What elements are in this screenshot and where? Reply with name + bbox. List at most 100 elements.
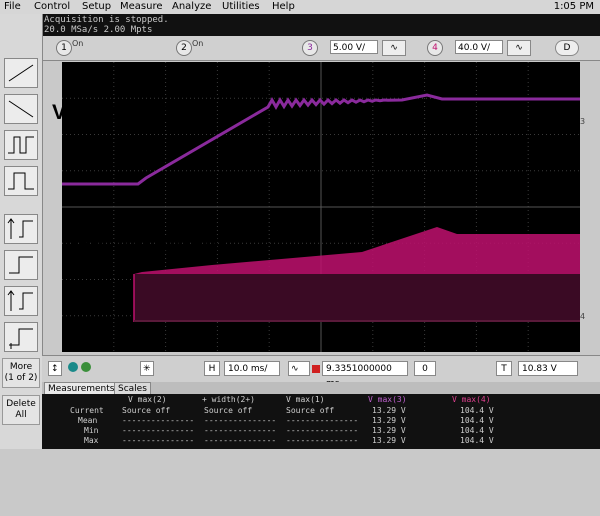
ch2-color-icon[interactable] (80, 362, 91, 372)
cell: --------------- (286, 426, 359, 435)
header-vmax1: V max(1) (286, 395, 325, 404)
acquisition-status: Acquisition is stopped. 20.0 MSa/s 2.00 … (42, 14, 600, 36)
cell: 13.29 V (372, 426, 406, 435)
delete-label: Delete (6, 399, 36, 409)
menu-utilities[interactable]: Utilities (222, 0, 260, 14)
sun-icon[interactable]: ✳ (140, 361, 154, 376)
more-label: More (9, 362, 33, 372)
status-line-1: Acquisition is stopped. (44, 15, 169, 25)
measurements-header: V max(2) + width(2+) V max(1) V max(3) V… (42, 395, 600, 405)
marker-4-icon[interactable] (4, 322, 38, 352)
tab-bar: Measurements Scales (42, 382, 600, 395)
channel-bar: 1 On 2 On 3 5.00 V/ ∿ 4 40.0 V/ ∿ D (42, 36, 600, 61)
cell: --------------- (204, 426, 277, 435)
header-vmax3: V max(3) (368, 395, 407, 404)
measurements-table: V max(2) + width(2+) V max(1) V max(3) V… (42, 394, 600, 449)
channel-1-number[interactable]: 1 (56, 40, 72, 56)
channel-3[interactable]: 3 5.00 V/ ∿ (302, 39, 422, 57)
cell: 104.4 V (460, 406, 494, 415)
row-label: Mean (78, 416, 98, 425)
cell: --------------- (122, 416, 195, 425)
delete-all-label: All (15, 410, 27, 420)
cell: 13.29 V (372, 416, 406, 425)
ch1-color-icon[interactable] (68, 362, 78, 372)
red-marker-icon[interactable] (312, 365, 320, 373)
channel-4-number[interactable]: 4 (427, 40, 443, 56)
menu-analyze[interactable]: Analyze (172, 0, 211, 14)
timebase-field[interactable]: 10.0 ms/ (224, 361, 280, 376)
falling-edge-icon[interactable] (4, 94, 38, 124)
header-width2: + width(2+) (202, 395, 255, 404)
row-label: Min (84, 426, 99, 435)
more-button[interactable]: More (1 of 2) (2, 358, 40, 388)
cell: --------------- (204, 416, 277, 425)
header-vmax4: V max(4) (452, 395, 491, 404)
t-label: T (496, 361, 512, 376)
rising-edge-icon[interactable] (4, 58, 38, 88)
channel-4-scale[interactable]: 40.0 V/ (455, 40, 503, 54)
channel-4[interactable]: 4 40.0 V/ ∿ D (427, 39, 597, 57)
cell: --------------- (122, 426, 195, 435)
h-label: H (204, 361, 220, 376)
row-label: Max (84, 436, 99, 445)
marker-3-icon[interactable] (4, 286, 38, 316)
cell: 104.4 V (460, 436, 494, 445)
cell: Source off (286, 406, 335, 415)
status-line-2: 20.0 MSa/s 2.00 Mpts (44, 25, 153, 35)
channel-2[interactable]: 2 On (176, 39, 236, 57)
channel-3-coupling-icon[interactable]: ∿ (382, 40, 406, 56)
menu-file[interactable]: File (4, 0, 21, 14)
pulse-width-icon[interactable] (4, 166, 38, 196)
cell: --------------- (286, 416, 359, 425)
more-page-label: (1 of 2) (4, 373, 38, 383)
channel-d-icon[interactable]: D (555, 40, 579, 56)
pulse-icon[interactable] (4, 130, 38, 160)
channel-color-dots (68, 362, 91, 375)
vout-annotation-rest: (5 В/ДЕЛ) (93, 101, 196, 124)
vout-annotation-sub: OUT (66, 112, 94, 128)
ch4-switching-fill (134, 274, 580, 322)
menu-control[interactable]: Control (34, 0, 70, 14)
table-row: Max --------------- --------------- ----… (42, 436, 600, 446)
marker-icon[interactable] (4, 214, 38, 244)
ch3-ground-marker: 3 (580, 117, 586, 126)
channel-2-number[interactable]: 2 (176, 40, 192, 56)
cell: Source off (204, 406, 253, 415)
menu-help[interactable]: Help (272, 0, 295, 14)
cell: 104.4 V (460, 416, 494, 425)
row-label: Current (70, 406, 104, 415)
table-row: Min --------------- --------------- ----… (42, 426, 600, 436)
coupling-icon[interactable]: ∿ (288, 361, 310, 376)
channel-3-number[interactable]: 3 (302, 40, 318, 56)
delay-ref-field[interactable]: 0 (414, 361, 436, 376)
vout-annotation-main: V (52, 101, 67, 124)
channel-4-coupling-icon[interactable]: ∿ (507, 40, 531, 56)
menu-measure[interactable]: Measure (120, 0, 163, 14)
cell: Source off (122, 406, 171, 415)
horizontal-controls: ↕ ✳ H 10.0 ms/ ∿ 9.3351000000 ms 0 T 10.… (42, 355, 600, 389)
channel-1[interactable]: 1 On (56, 39, 116, 57)
vsw-annotation: VSW (40 В/ДЕЛ) (64, 233, 226, 256)
cell: 13.29 V (372, 406, 406, 415)
ch4-ground-marker: 4 (580, 312, 586, 321)
cell: 13.29 V (372, 436, 406, 445)
cell: --------------- (122, 436, 195, 445)
cell: --------------- (286, 436, 359, 445)
left-toolbar: More (1 of 2) Delete All (0, 14, 43, 449)
table-row: Mean --------------- --------------- ---… (42, 416, 600, 426)
run-stop-icon[interactable]: ↕ (48, 361, 62, 376)
delay-field[interactable]: 9.3351000000 ms (322, 361, 408, 389)
delete-all-button[interactable]: Delete All (2, 395, 40, 425)
cell: --------------- (204, 436, 277, 445)
channel-3-scale[interactable]: 5.00 V/ (330, 40, 378, 54)
menu-setup[interactable]: Setup (82, 0, 111, 14)
channel-2-state: On (192, 39, 204, 48)
vout-annotation: VOUT (5 В/ДЕЛ) (52, 101, 196, 127)
marker-2-icon[interactable] (4, 250, 38, 280)
trigger-level-field[interactable]: 10.83 V (518, 361, 578, 376)
menu-bar: File Control Setup Measure Analyze Utili… (0, 0, 600, 15)
table-row: Current Source off Source off Source off… (42, 406, 600, 416)
clock: 1:05 PM (553, 1, 594, 12)
cell: 104.4 V (460, 426, 494, 435)
channel-1-state: On (72, 39, 84, 48)
